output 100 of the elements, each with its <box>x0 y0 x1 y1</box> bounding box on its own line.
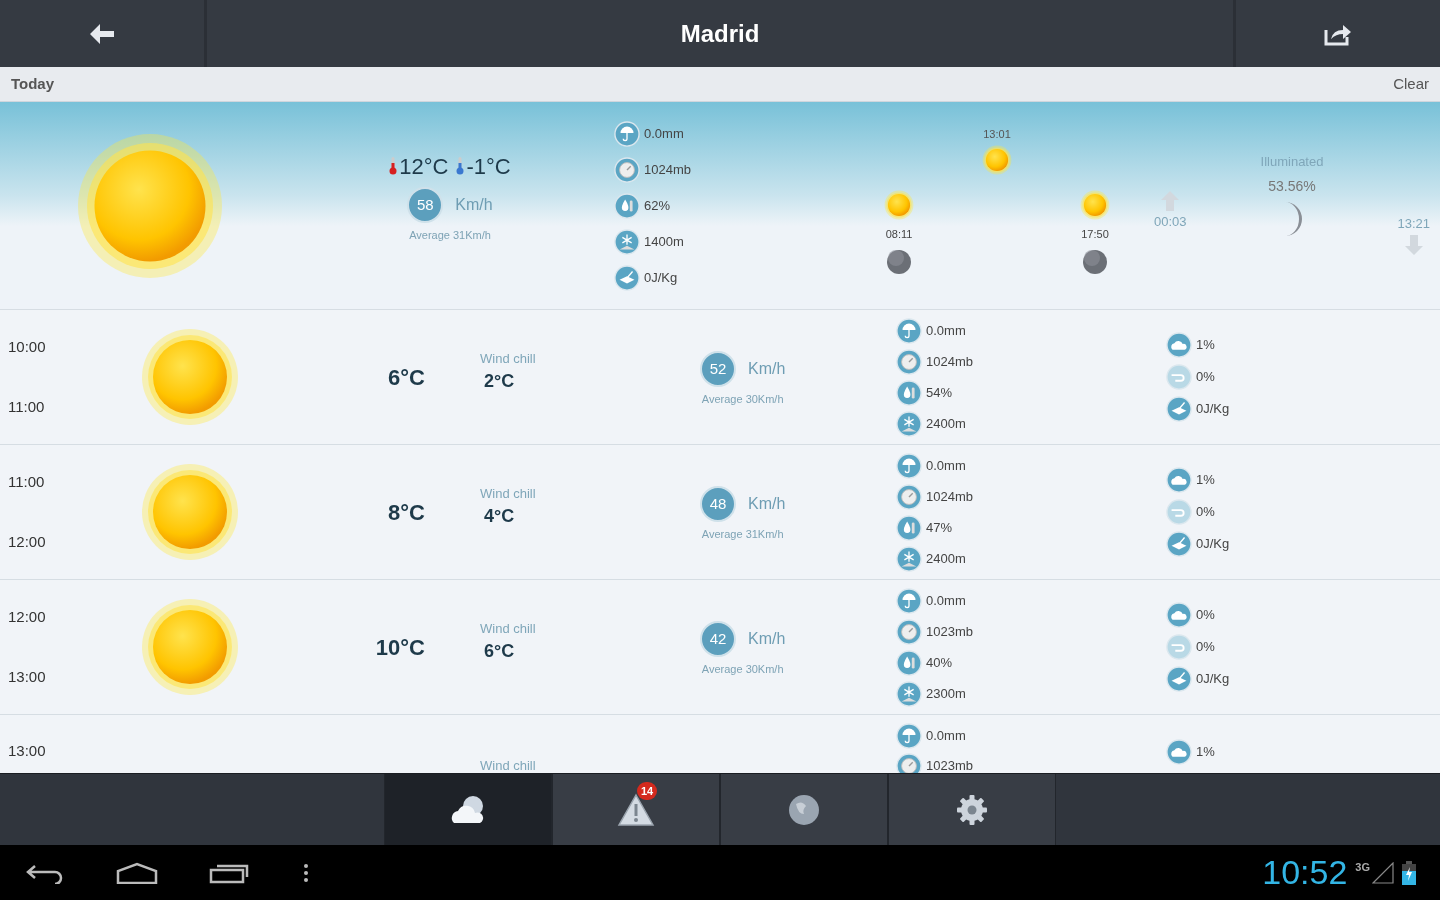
sun-icon <box>982 144 1012 175</box>
snowflake-icon <box>896 680 922 707</box>
stat-value: 0J/Kg <box>1196 400 1230 419</box>
wind-chill-value: 4°C <box>483 505 516 529</box>
stat-value: 62% <box>644 196 671 215</box>
stat-value: 0.0mm <box>644 124 684 143</box>
hour-start: 13:00 <box>8 742 46 759</box>
stat-value: 1024mb <box>644 160 691 179</box>
stat-value: 0% <box>1196 503 1215 522</box>
wind-unit: Km/h <box>748 358 786 379</box>
stat-value: 1400m <box>644 232 684 251</box>
hour-start: 10:00 <box>8 337 47 357</box>
umbrella-icon <box>614 120 640 147</box>
haze-icon <box>1166 499 1192 525</box>
haze-icon <box>1166 634 1192 660</box>
stat-value: 1023mb <box>926 757 973 773</box>
network-type: 3G <box>1355 860 1370 875</box>
hour-end: 12:00 <box>8 531 47 552</box>
hour-end: 11:00 <box>8 396 46 417</box>
stat-value: 1023mb <box>926 622 973 641</box>
settings-icon <box>956 793 988 826</box>
stat-value: 1% <box>1196 336 1215 355</box>
stat-value: 47% <box>926 518 953 537</box>
sunrise-time: 08:11 <box>885 227 913 242</box>
stat-value: 0.0mm <box>926 456 966 475</box>
thermometer-icon <box>456 157 465 176</box>
city-title: Madrid <box>680 18 760 49</box>
sun-icon <box>140 597 240 697</box>
stat-value: 1% <box>1196 743 1215 762</box>
moonset-time: 13:21 <box>1397 215 1430 233</box>
sunset-icon <box>1080 190 1110 220</box>
hour-end: 13:00 <box>8 666 47 687</box>
wind-average: Average 31Km/h <box>701 526 784 542</box>
signal-icon <box>1372 861 1394 884</box>
sunset-time: 17:50 <box>1081 227 1109 242</box>
umbrella-icon <box>896 723 922 749</box>
stat-value: 0% <box>1196 606 1215 625</box>
drop-icon <box>614 192 640 219</box>
wind-chill-label: Wind chill <box>480 619 537 638</box>
illuminated-value: 53.56% <box>1268 176 1316 196</box>
stat-value: 1024mb <box>926 352 973 371</box>
panel-icon <box>1166 666 1192 692</box>
umbrella-icon <box>896 587 922 614</box>
umbrella-icon <box>896 317 922 344</box>
stat-value: 0% <box>1196 368 1215 387</box>
temperature: 6°C <box>388 363 425 392</box>
clock: 10:52 <box>1262 852 1348 893</box>
drop-icon <box>896 379 922 406</box>
home-icon <box>116 861 158 884</box>
stat-value: 0.0mm <box>926 591 966 610</box>
wind-average: Average 30Km/h <box>701 661 784 677</box>
hour-start: 12:00 <box>8 607 47 627</box>
wind-chill-value: 2°C <box>483 370 516 394</box>
stat-value: 0% <box>1196 638 1215 657</box>
menu-icon <box>303 862 309 883</box>
thermometer-icon <box>389 157 398 176</box>
stat-value: 2400m <box>926 414 966 433</box>
stat-value: 1% <box>1196 471 1215 490</box>
gauge-icon <box>896 618 922 645</box>
umbrella-icon <box>896 452 922 479</box>
condition-label: Clear <box>1393 73 1429 94</box>
wind-badge: 58 <box>407 186 444 223</box>
battery-icon <box>1402 860 1416 885</box>
max-temperature: 12°C <box>399 152 449 181</box>
cloud-icon <box>1166 602 1192 628</box>
wind-chill-label: Wind chill <box>480 484 537 503</box>
sun-icon <box>140 462 240 562</box>
tab[interactable] <box>384 774 552 845</box>
haze-icon <box>1166 364 1192 390</box>
moon-icon <box>1082 248 1108 275</box>
gauge-icon <box>896 483 922 510</box>
temperature: 10°C <box>375 633 425 662</box>
drop-icon <box>896 649 922 676</box>
panel-icon <box>1166 396 1192 422</box>
cloud-icon <box>1166 332 1192 358</box>
snowflake-icon <box>896 410 922 437</box>
gauge-icon <box>614 156 640 183</box>
stat-value: 40% <box>926 653 953 672</box>
tab[interactable] <box>888 774 1056 845</box>
cloud-icon <box>1166 467 1192 493</box>
wind-unit: Km/h <box>748 628 786 649</box>
hour-start: 11:00 <box>8 472 46 492</box>
wind-unit: Km/h <box>748 493 786 514</box>
panel-icon <box>614 264 640 291</box>
sunrise-icon <box>884 190 914 220</box>
wind-badge: 48 <box>700 485 736 522</box>
drop-icon <box>896 514 922 541</box>
day-label: Today <box>11 73 55 94</box>
wind-chill-value: 6°C <box>483 640 516 664</box>
snowflake-icon <box>614 228 640 255</box>
stat-value: 0.0mm <box>926 727 966 746</box>
stat-value: 1024mb <box>926 487 973 506</box>
gauge-icon <box>896 348 922 375</box>
globe-icon <box>788 793 820 826</box>
wind-badge: 52 <box>700 350 736 387</box>
alert-count-badge: 14 <box>637 782 657 800</box>
moon-icon <box>886 248 912 275</box>
stat-value: 0J/Kg <box>644 268 678 287</box>
stat-value: 0.0mm <box>926 321 966 340</box>
tab[interactable]: 14 <box>552 774 720 845</box>
